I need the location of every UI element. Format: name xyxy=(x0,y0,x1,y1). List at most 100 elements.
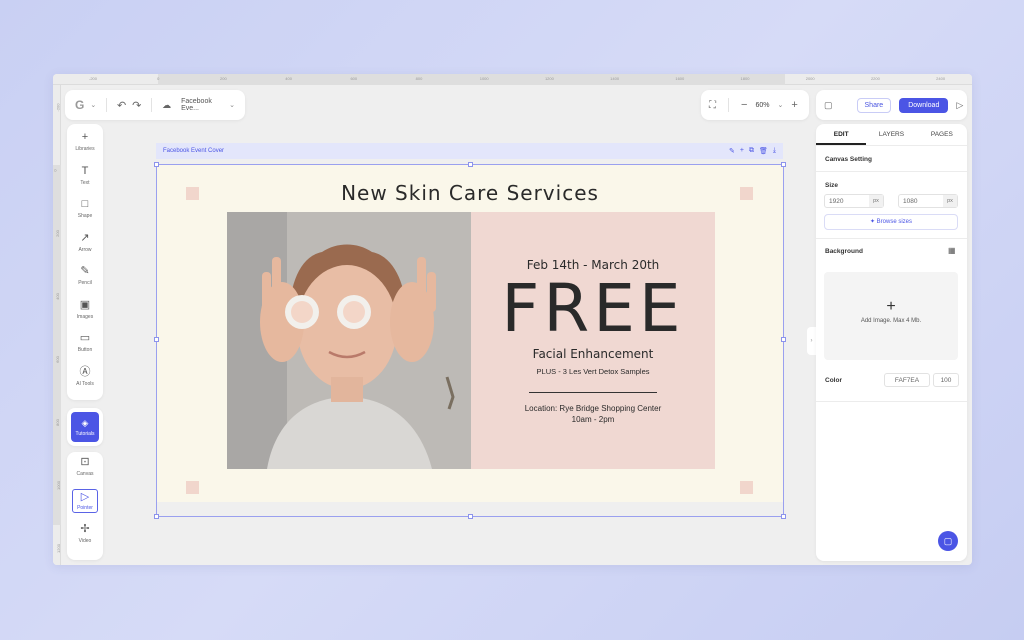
browse-sizes-button[interactable]: ✦ Browse sizes xyxy=(824,214,958,230)
ruler-tick: 1400 xyxy=(610,76,620,81)
corner-square xyxy=(740,481,753,494)
woman-photo[interactable] xyxy=(227,212,471,469)
share-button[interactable]: Share xyxy=(856,97,892,113)
collapse-panel-button[interactable]: › xyxy=(807,327,816,355)
offer-free[interactable]: FREE xyxy=(471,272,715,346)
shape-icon: □ xyxy=(81,198,89,210)
tool-label: Pointer xyxy=(77,505,93,511)
resize-handle[interactable] xyxy=(468,514,473,519)
tool-pointer[interactable]: ▷ Pointer xyxy=(67,488,103,523)
resize-handle[interactable] xyxy=(154,514,159,519)
add-image-label: Add Image. Max 4 Mb. xyxy=(860,318,922,324)
tool-shape[interactable]: □ Shape xyxy=(67,197,103,231)
tutorials-button[interactable]: ◈ Tutorials xyxy=(71,412,99,442)
ruler-tick: 200 xyxy=(54,230,60,237)
canvas-name[interactable]: Facebook Event Cover xyxy=(163,148,224,154)
text-icon: T xyxy=(81,164,89,177)
tool-canvas[interactable]: ⊡ Canvas xyxy=(67,455,103,489)
add-icon[interactable]: + xyxy=(740,147,744,155)
chevron-down-icon[interactable]: ⌄ xyxy=(229,101,235,109)
ai-tools-icon: Ⓐ xyxy=(79,365,91,378)
design-headline[interactable]: New Skin Care Services xyxy=(157,181,783,205)
unit-label: px xyxy=(943,195,957,207)
zoom-toolbar: ⛶ − 60% ⌄ + xyxy=(701,90,809,120)
redo-icon[interactable]: ↷ xyxy=(132,99,141,112)
tool-label: AI Tools xyxy=(76,380,94,387)
tool-images[interactable]: ▣ Images xyxy=(67,298,103,332)
ruler-tick: 600 xyxy=(350,76,358,81)
cloud-icon: ☁ xyxy=(162,99,172,110)
zoom-in-icon[interactable]: + xyxy=(791,99,797,111)
pencil-icon: ✎ xyxy=(80,265,90,277)
ruler-tick: 2400 xyxy=(936,76,946,81)
pointer-icon: ▷ xyxy=(80,491,90,503)
woman-illustration xyxy=(227,212,471,469)
width-input[interactable]: 1920 px xyxy=(824,194,884,208)
opacity-input[interactable]: 100 xyxy=(933,373,959,387)
ruler-tick: 400 xyxy=(54,293,60,300)
offer-hours[interactable]: 10am - 2pm xyxy=(471,415,715,424)
download-icon[interactable]: ⤓ xyxy=(773,147,776,155)
document-name[interactable]: Facebook Eve... xyxy=(181,98,217,112)
plus-icon: + xyxy=(886,298,896,315)
canvas-header: Facebook Event Cover ✎ + ⧉ 🗑 ⤓ xyxy=(156,143,783,159)
fit-screen-icon[interactable]: ⛶ xyxy=(709,100,716,111)
ruler-left: -200 0 200 400 600 800 1000 1200 xyxy=(53,85,61,565)
tab-pages[interactable]: PAGES xyxy=(917,124,967,145)
offer-location[interactable]: Location: Rye Bridge Shopping Center xyxy=(471,404,715,413)
duplicate-icon[interactable]: ⧉ xyxy=(749,147,754,155)
offer-panel[interactable]: Feb 14th - March 20th FREE Facial Enhanc… xyxy=(471,212,715,469)
ruler-tick: 800 xyxy=(54,419,60,426)
height-input[interactable]: 1080 px xyxy=(898,194,958,208)
tool-libraries[interactable]: + Libraries xyxy=(67,130,103,164)
tab-edit[interactable]: EDIT xyxy=(816,124,867,145)
add-image-dropzone[interactable]: + Add Image. Max 4 Mb. xyxy=(824,272,958,360)
tool-label: Button xyxy=(77,347,93,353)
play-icon[interactable]: ▷ xyxy=(956,100,963,111)
libraries-icon: + xyxy=(81,131,89,143)
color-label: Color xyxy=(825,377,842,384)
tool-sidebar-bottom: ⊡ Canvas ▷ Pointer ✢ Video xyxy=(67,452,103,560)
tool-label: Canvas xyxy=(76,471,94,477)
tool-button[interactable]: ▭ Button xyxy=(67,331,103,365)
tutorials-panel: ◈ Tutorials xyxy=(67,408,103,446)
edit-icon[interactable]: ✎ xyxy=(729,147,735,155)
offer-subtitle[interactable]: Facial Enhancement xyxy=(471,347,715,361)
logo-icon[interactable]: G xyxy=(75,98,84,112)
undo-icon[interactable]: ↶ xyxy=(117,99,126,112)
tool-video[interactable]: ✢ Video xyxy=(67,522,103,556)
offer-plus[interactable]: PLUS - 3 Les Vert Detox Samples xyxy=(471,367,715,376)
ruler-tick: 0 xyxy=(53,169,58,172)
comment-icon[interactable]: ▢ xyxy=(824,100,833,111)
button-icon: ▭ xyxy=(79,332,91,344)
top-left-toolbar: G ⌄ ↶ ↷ ☁ Facebook Eve... ⌄ xyxy=(65,90,245,120)
trash-icon[interactable]: 🗑 xyxy=(759,147,768,155)
properties-panel: EDIT LAYERS PAGES Canvas Setting Size 19… xyxy=(816,124,967,561)
tool-pencil[interactable]: ✎ Pencil xyxy=(67,264,103,298)
tool-arrow[interactable]: ↗ Arrow xyxy=(67,231,103,265)
ruler-tick: 1000 xyxy=(55,481,61,490)
size-label: Size xyxy=(825,182,839,189)
download-button[interactable]: Download xyxy=(899,97,949,113)
chevron-down-icon[interactable]: ⌄ xyxy=(90,101,96,109)
tool-label: Shape xyxy=(77,213,93,219)
ruler-tick: 1200 xyxy=(544,76,554,81)
zoom-level[interactable]: 60% xyxy=(755,102,769,109)
resize-handle[interactable] xyxy=(781,514,786,519)
ruler-tick: 800 xyxy=(415,76,423,81)
transparency-grid-icon[interactable]: ▦ xyxy=(948,246,956,255)
tool-text[interactable]: T Text xyxy=(67,164,103,198)
tool-sidebar: + Libraries T Text □ Shape ↗ Arrow ✎ Pencil ▣ Image… xyxy=(67,124,103,400)
video-icon: ✢ xyxy=(80,523,90,535)
chevron-down-icon[interactable]: ⌄ xyxy=(777,101,783,109)
layers-icon: ◈ xyxy=(81,417,89,428)
color-hex-input[interactable]: FAF7EA xyxy=(884,373,930,387)
zoom-out-icon[interactable]: − xyxy=(741,99,747,111)
tool-ai-tools[interactable]: Ⓐ AI Tools xyxy=(67,365,103,399)
tab-layers[interactable]: LAYERS xyxy=(866,124,916,145)
chat-button[interactable]: ▢ xyxy=(938,531,958,551)
unit-label: px xyxy=(869,195,883,207)
ruler-top: -200 0 200 400 600 800 1000 1200 1400 1600 1800 200… xyxy=(53,74,972,85)
panel-tabs: EDIT LAYERS PAGES xyxy=(816,124,967,146)
share-toolbar: ▢ Share Download ▷ xyxy=(816,90,967,120)
